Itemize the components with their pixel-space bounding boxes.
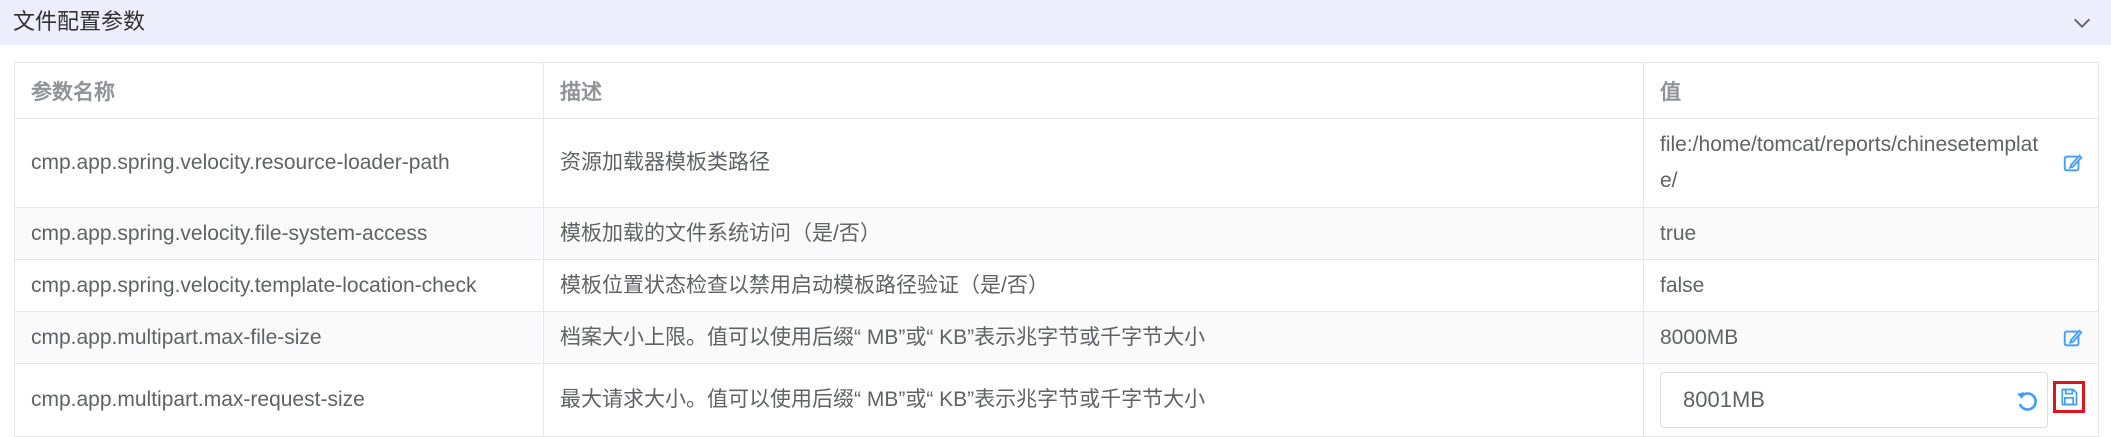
- table-row: cmp.app.spring.velocity.template-locatio…: [14, 259, 2099, 312]
- column-header-name: 参数名称: [14, 62, 544, 119]
- param-desc: 档案大小上限。值可以使用后缀“ MB”或“ KB”表示兆字节或千字节大小: [560, 325, 1206, 349]
- save-button[interactable]: [2053, 381, 2085, 413]
- param-value: file:/home/tomcat/reports/chinesetemplat…: [1660, 133, 2039, 192]
- param-name: cmp.app.spring.velocity.template-locatio…: [31, 273, 477, 297]
- param-desc: 资源加载器模板类路径: [560, 151, 770, 174]
- param-name: cmp.app.spring.velocity.file-system-acce…: [31, 221, 428, 245]
- refresh-icon[interactable]: [2015, 389, 2039, 413]
- param-value-cell: 8000MB: [1660, 320, 2084, 356]
- param-name: cmp.app.multipart.max-file-size: [31, 325, 322, 349]
- save-icon: [2061, 388, 2078, 406]
- param-name: cmp.app.spring.velocity.resource-loader-…: [31, 151, 450, 174]
- chevron-down-icon[interactable]: [2071, 12, 2093, 34]
- table-header-row: 参数名称 描述 值: [14, 62, 2099, 119]
- edit-icon[interactable]: [2062, 152, 2084, 174]
- panel-title: 文件配置参数: [13, 9, 146, 34]
- param-desc: 模板位置状态检查以禁用启动模板路径验证（是/否）: [560, 273, 1049, 297]
- edit-icon[interactable]: [2062, 327, 2084, 349]
- param-desc: 最大请求大小。值可以使用后缀“ MB”或“ KB”表示兆字节或千字节大小: [560, 388, 1206, 411]
- value-edit-box: [1660, 372, 2085, 428]
- param-desc: 模板加载的文件系统访问（是/否）: [560, 221, 881, 245]
- column-header-desc: 描述: [543, 62, 1644, 119]
- table-row: cmp.app.spring.velocity.file-system-acce…: [14, 207, 2099, 260]
- table-row: cmp.app.multipart.max-request-size 最大请求大…: [14, 363, 2099, 437]
- param-value: false: [1660, 273, 1705, 297]
- config-table: 参数名称 描述 值 cmp.app.spring.velocity.resour…: [14, 62, 2099, 437]
- table-row: cmp.app.multipart.max-file-size 档案大小上限。值…: [14, 311, 2099, 364]
- param-value: true: [1660, 221, 1697, 245]
- column-header-value: 值: [1643, 62, 2099, 119]
- panel-header[interactable]: 文件配置参数: [0, 0, 2111, 45]
- param-name: cmp.app.multipart.max-request-size: [31, 388, 365, 411]
- table-row: cmp.app.spring.velocity.resource-loader-…: [14, 118, 2099, 208]
- param-value-input[interactable]: [1661, 375, 1983, 425]
- param-value-cell: file:/home/tomcat/reports/chinesetemplat…: [1660, 127, 2084, 199]
- param-value: 8000MB: [1660, 325, 1739, 349]
